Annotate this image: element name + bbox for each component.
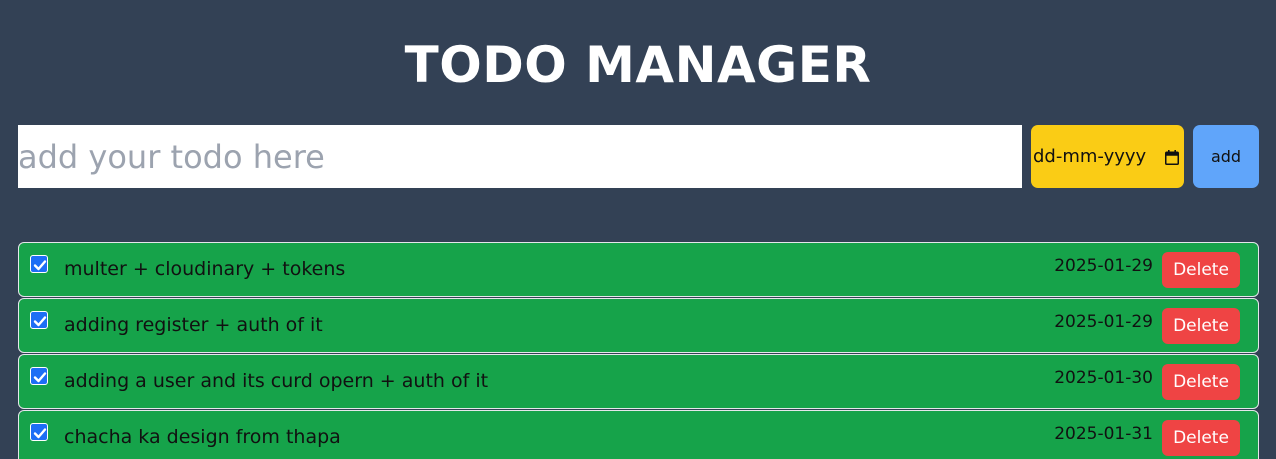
todo-checkbox[interactable] xyxy=(30,367,48,385)
todo-checkbox[interactable] xyxy=(30,311,48,329)
delete-button[interactable]: Delete xyxy=(1162,252,1240,288)
calendar-icon[interactable] xyxy=(1165,149,1179,165)
checkmark-icon xyxy=(33,260,47,271)
checkmark-icon xyxy=(33,316,47,327)
todo-item: adding register + auth of it 2025-01-29 … xyxy=(18,298,1259,353)
todo-date: 2025-01-31 xyxy=(1054,424,1153,444)
checkmark-icon xyxy=(33,428,47,439)
todo-text: adding a user and its curd opern + auth … xyxy=(64,370,489,392)
add-button[interactable]: add xyxy=(1193,125,1259,188)
todo-list: multer + cloudinary + tokens 2025-01-29 … xyxy=(18,242,1259,459)
delete-button[interactable]: Delete xyxy=(1162,308,1240,344)
todo-input[interactable] xyxy=(18,125,1022,188)
todo-text: multer + cloudinary + tokens xyxy=(64,258,346,280)
todo-date: 2025-01-30 xyxy=(1054,368,1153,388)
todo-date: 2025-01-29 xyxy=(1054,312,1153,332)
todo-date: 2025-01-29 xyxy=(1054,256,1153,276)
date-input[interactable]: dd-mm-yyyy xyxy=(1031,125,1184,188)
todo-item: adding a user and its curd opern + auth … xyxy=(18,354,1259,409)
todo-text: chacha ka design from thapa xyxy=(64,426,341,448)
date-input-value: dd-mm-yyyy xyxy=(1033,146,1147,167)
page-title: TODO MANAGER xyxy=(404,36,872,94)
todo-checkbox[interactable] xyxy=(30,255,48,273)
delete-button[interactable]: Delete xyxy=(1162,364,1240,400)
todo-text: adding register + auth of it xyxy=(64,314,323,336)
checkmark-icon xyxy=(33,372,47,383)
delete-button[interactable]: Delete xyxy=(1162,420,1240,456)
add-todo-form: dd-mm-yyyy add xyxy=(0,125,1276,188)
todo-item: multer + cloudinary + tokens 2025-01-29 … xyxy=(18,242,1259,297)
todo-item: chacha ka design from thapa 2025-01-31 D… xyxy=(18,410,1259,459)
todo-checkbox[interactable] xyxy=(30,423,48,441)
